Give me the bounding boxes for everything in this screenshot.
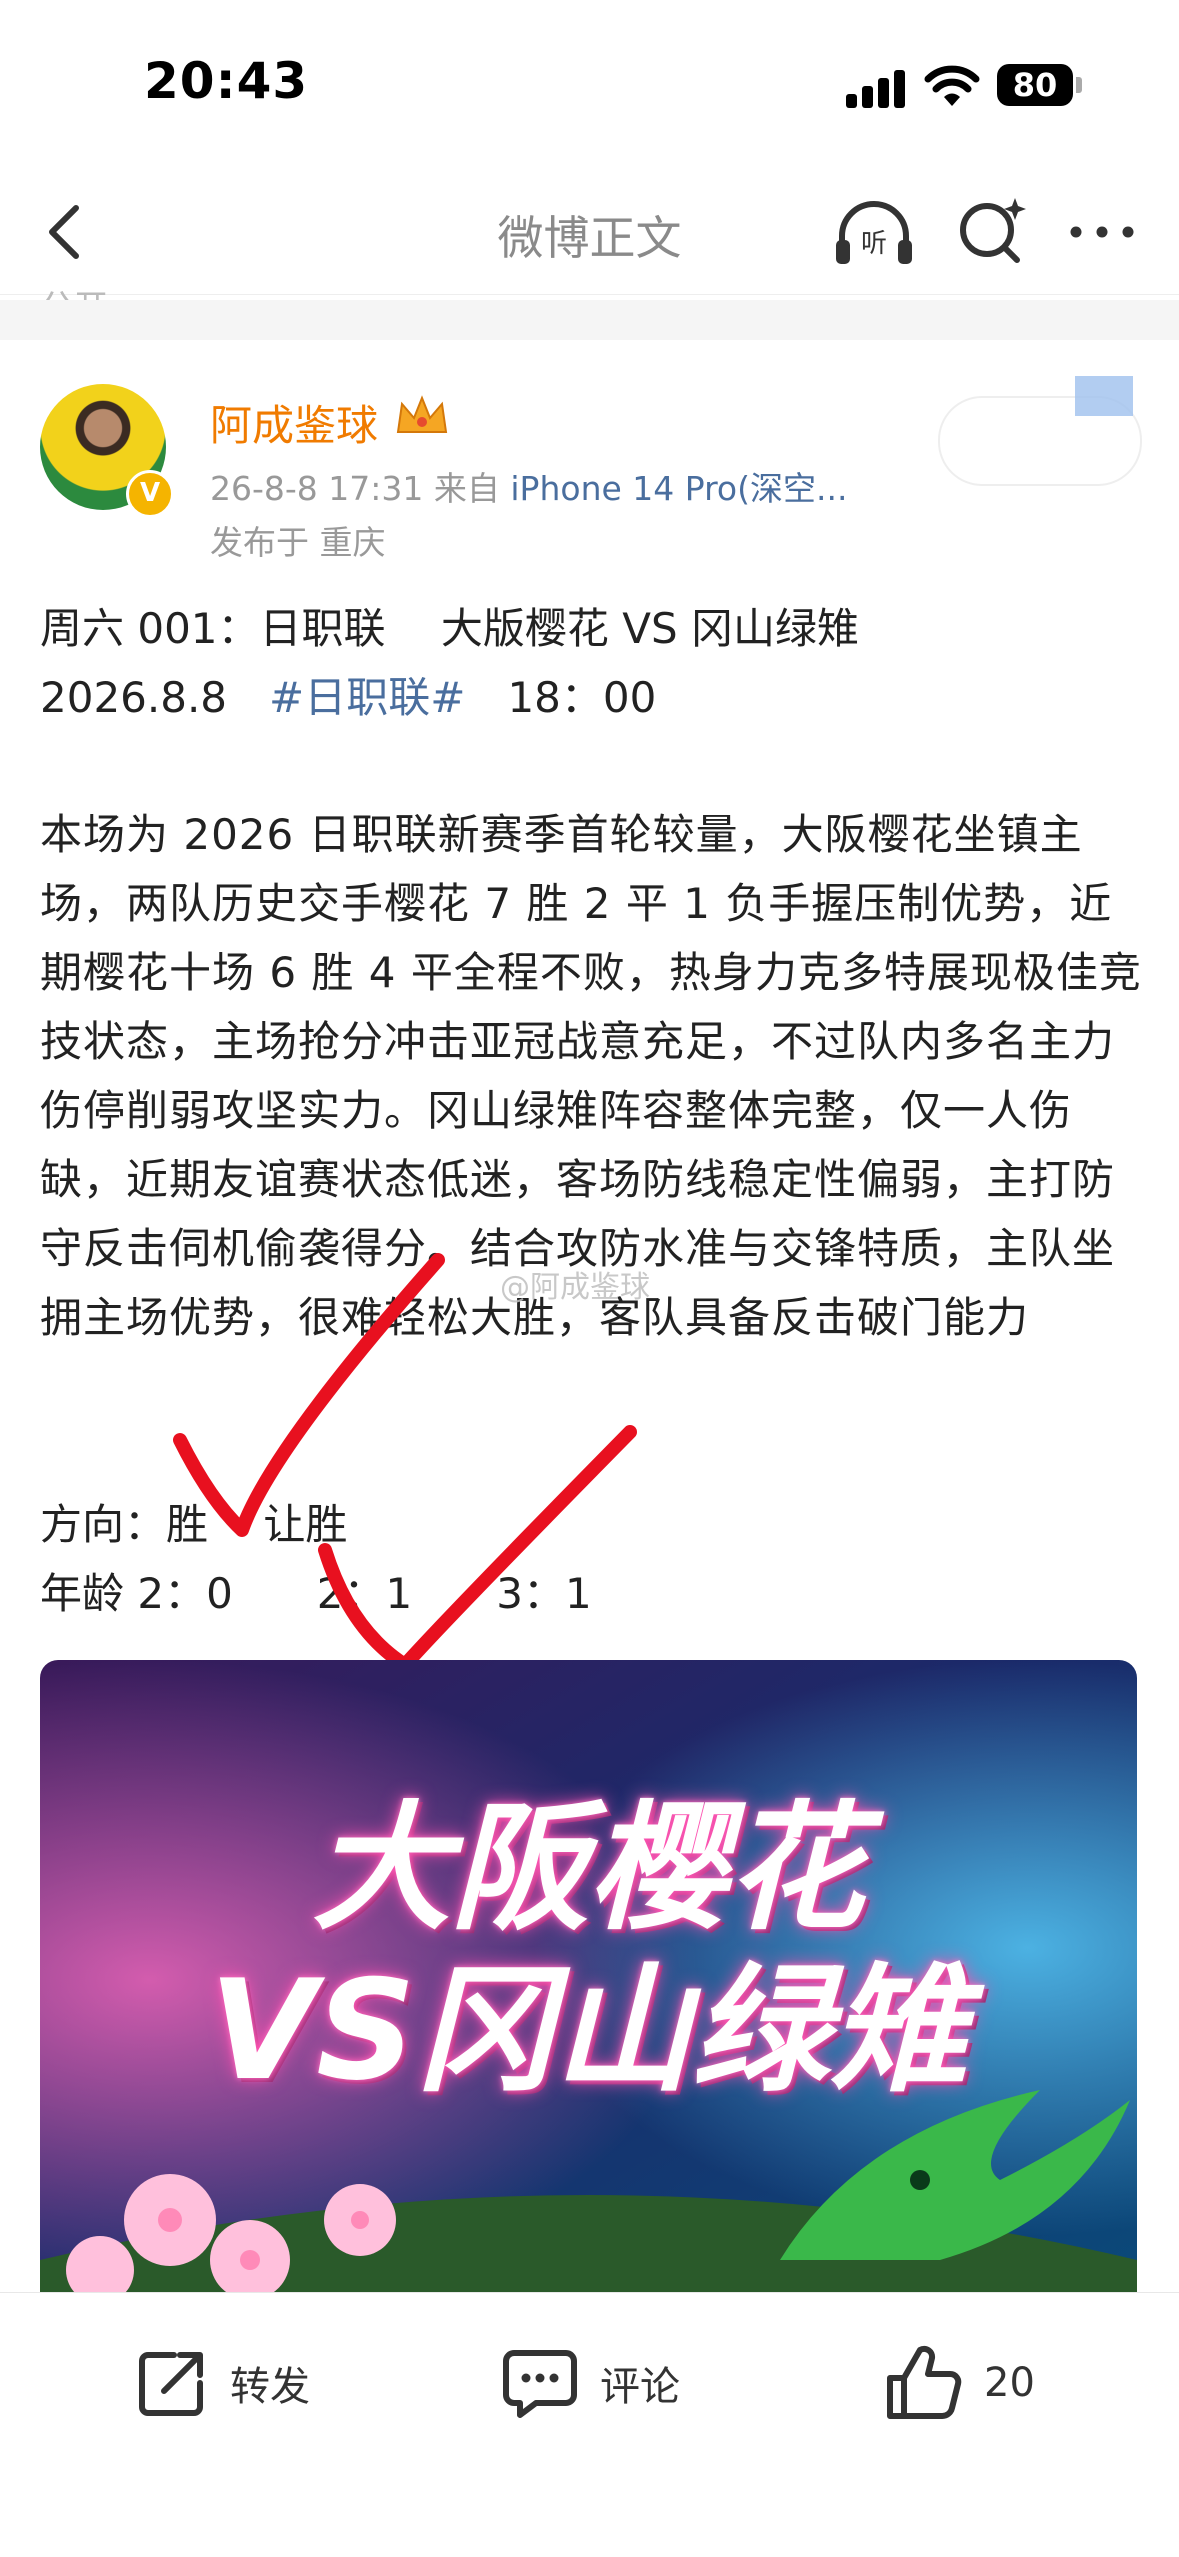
post-date: 26-8-8 17:31 [210, 469, 424, 508]
more-options-icon[interactable] [1066, 208, 1138, 256]
nav-bar: 微博正文 听 [0, 170, 1179, 295]
repost-icon [139, 2352, 203, 2416]
signal-icon [846, 68, 906, 108]
section-divider [0, 300, 1179, 340]
like-count: 20 [984, 2360, 1035, 2406]
headline-line-2: 2026.8.8 #日职联# 18：00 [40, 663, 1150, 732]
repost-button[interactable]: 转发 [134, 2343, 310, 2423]
post-meta: 26-8-8 17:31 来自 iPhone 14 Pro(深空... [210, 462, 847, 510]
source-prefix: 来自 [433, 469, 500, 508]
battery-icon: 80 [997, 64, 1073, 106]
like-button[interactable]: 20 [884, 2343, 1035, 2423]
thumbs-up-icon [887, 2345, 962, 2419]
post-headline: 周六 001：日职联 大版樱花 VS 冈山绿雉 2026.8.8 #日职联# 1… [40, 594, 1150, 732]
post-location: 发布于 重庆 [210, 523, 386, 562]
wifi-icon [924, 65, 980, 106]
follow-widget-blur [1075, 376, 1133, 416]
poster-title-line-2: VS冈山绿雉 [209, 1950, 968, 2111]
visibility-remnant: 公开 [40, 280, 108, 302]
headline-line-1: 周六 001：日职联 大版樱花 VS 冈山绿雉 [40, 604, 859, 653]
comment-label: 评论 [600, 2364, 680, 2410]
status-time: 20:43 [144, 52, 309, 110]
comment-icon [503, 2350, 577, 2418]
author-name[interactable]: 阿成鉴球 [210, 392, 378, 453]
search-icon[interactable] [955, 194, 1027, 266]
crown-badge-icon [396, 395, 448, 433]
comment-button[interactable]: 评论 [500, 2343, 680, 2423]
match-date: 2026.8.8 [40, 673, 270, 722]
svg-text:听: 听 [861, 229, 887, 259]
verified-badge-icon: V [126, 470, 174, 518]
match-time: 18：00 [465, 673, 657, 722]
status-bar: 20:43 80 [0, 0, 1179, 170]
bottom-action-bar: 转发 评论 20 [0, 2292, 1179, 2557]
direction-line: 方向：胜 让胜 [40, 1500, 348, 1549]
hashtag-link[interactable]: #日职联# [269, 673, 465, 722]
post-source[interactable]: iPhone 14 Pro(深空... [510, 469, 847, 508]
battery-tip [1076, 77, 1082, 93]
score-line: 年龄 2：0 2：1 3：1 [40, 1569, 592, 1618]
post-picks: 方向：胜 让胜 年龄 2：0 2：1 3：1 [40, 1490, 1150, 1628]
listen-headphones-icon[interactable]: 听 [832, 196, 916, 268]
repost-label: 转发 [230, 2364, 310, 2410]
watermark: @阿成鉴球 [500, 1270, 650, 1305]
match-poster-image[interactable]: 大阪樱花 VS冈山绿雉 [40, 1660, 1137, 2300]
